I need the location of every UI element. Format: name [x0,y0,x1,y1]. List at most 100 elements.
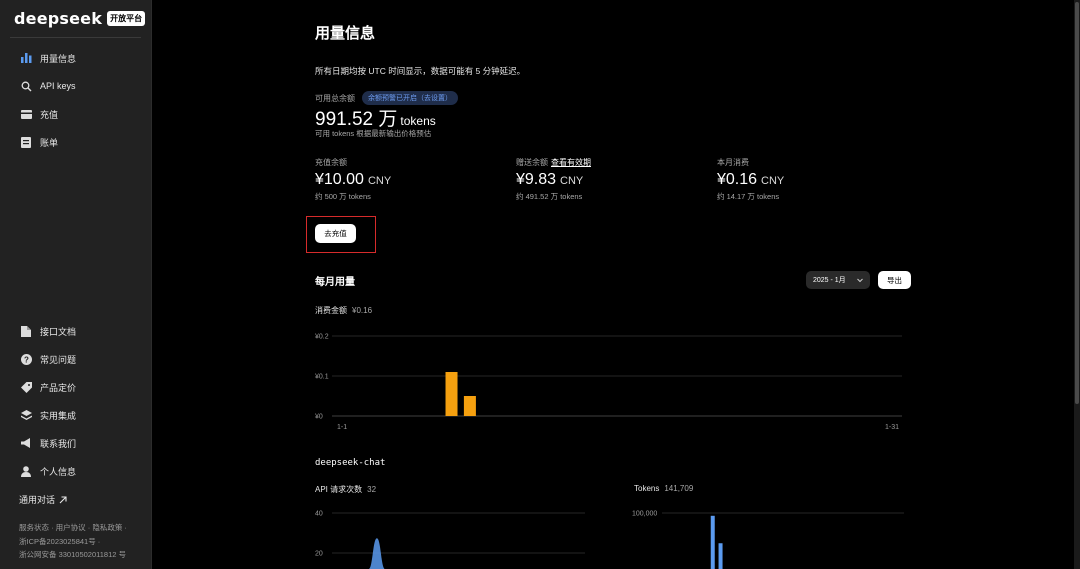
sidebar-item-label: 个人信息 [40,466,77,477]
tokens-metric: Tokens 141,709 [634,484,693,493]
logo[interactable]: deepseek 开放平台 [14,9,146,28]
y-tick-label: 40 [315,511,323,518]
sidebar-item-profile[interactable]: 个人信息 [0,457,152,485]
spend-metric: 消费金额 ¥0.16 [315,305,372,316]
tokens-chart: 100,000 [632,511,904,569]
footer-police-record[interactable]: 浙公网安备 33010502011812 号 [19,548,127,562]
available-balance: 991.52 万 tokens [315,104,436,131]
sidebar-nav-top: 用量信息 API keys 充值 账单 [0,44,152,156]
svg-text:?: ? [24,355,29,364]
sidebar-item-usage[interactable]: 用量信息 [0,44,152,72]
sidebar-item-label: 用量信息 [40,53,77,64]
x-tick-label: 1-1 [337,424,347,431]
document-icon [20,325,32,337]
balance-label: 充值余额 [315,158,347,167]
balance-amount: ¥9.83 CNY [516,171,584,188]
recharge-button[interactable]: 去充值 [315,224,356,243]
spend-bar [463,396,476,416]
sidebar-item-label: 充值 [40,109,59,120]
requests-chart: 40 20 [315,511,585,569]
sidebar-item-docs[interactable]: 接口文档 [0,317,152,345]
y-tick-label: 20 [315,551,323,558]
balance-amount: ¥0.16 CNY [717,171,785,188]
external-arrow-icon [59,495,67,503]
scrollbar-thumb[interactable] [1075,2,1079,404]
tokens-value: 141,709 [664,484,694,493]
sidebar-item-label: 联系我们 [40,438,77,449]
sidebar: deepseek 开放平台 用量信息 API keys 充值 账单 接口文档 ?… [0,0,152,569]
sidebar-nav-bottom: 接口文档 ? 常见问题 产品定价 实用集成 联系我们 个人信息 [0,317,152,485]
requests-value: 32 [367,485,377,494]
month-select-value: 2025 - 1月 [813,277,846,284]
spend-chart: ¥0.2 ¥0.1 ¥0 1-1 1-31 [315,334,902,431]
gift-balance: 赠送余额 查看有效期 ¥9.83 CNY 约 491.52 万 tokens [516,157,591,202]
spend-bar [445,372,458,416]
y-tick-label: ¥0 [315,414,323,421]
sidebar-footer: 服务状态 · 用户协议 · 隐私政策 · 浙ICP备2023025841号 · … [19,521,127,562]
balance-alert-badge[interactable]: 余额预警已开启（去设置） [362,91,458,105]
sidebar-item-label: 产品定价 [40,382,77,393]
sidebar-item-integrations[interactable]: 实用集成 [0,401,152,429]
logo-text: deepseek [14,9,103,28]
tokens-label: Tokens [634,484,660,493]
footer-policy-links[interactable]: 服务状态 · 用户协议 · 隐私政策 · [19,521,127,535]
bar-chart-icon [20,52,32,64]
utc-notice: 所有日期均按 UTC 时间显示，数据可能有 5 分钟延迟。 [315,66,526,76]
model-name: deepseek-chat [315,458,386,468]
y-tick-label: ¥0.1 [315,374,329,381]
tokens-bar [718,543,723,569]
sidebar-item-label: 实用集成 [40,410,77,421]
y-tick-label: ¥0.2 [315,334,329,341]
sidebar-item-label: 账单 [40,137,59,148]
view-expiry-link[interactable]: 查看有效期 [551,158,591,167]
monthly-spend: 本月消费 ¥0.16 CNY 约 14.17 万 tokens [717,157,784,202]
bill-icon [20,136,32,148]
spend-label: 消费金额 [315,306,347,315]
available-balance-amount: 991.52 万 [315,109,398,130]
wallet-icon [20,108,32,120]
monthly-usage-title: 每月用量 [315,277,355,288]
sidebar-divider [10,37,141,38]
chat-external-link[interactable]: 通用对话 [19,493,67,506]
sidebar-item-pricing[interactable]: 产品定价 [0,373,152,401]
tag-icon [20,381,32,393]
footer-icp[interactable]: 浙ICP备2023025841号 · [19,535,127,549]
sidebar-item-label: 常见问题 [40,354,77,365]
sidebar-item-recharge[interactable]: 充值 [0,100,152,128]
chat-link-label: 通用对话 [19,495,56,505]
sidebar-item-faq[interactable]: ? 常见问题 [0,345,152,373]
requests-area [360,538,386,569]
help-icon: ? [20,353,32,365]
export-button[interactable]: 导出 [878,271,911,289]
month-select[interactable]: 2025 - 1月 [806,271,870,289]
balance-tokens: 约 500 万 tokens [315,192,371,201]
layers-icon [20,409,32,421]
y-tick-label: 100,000 [632,511,657,518]
main-content: 用量信息 所有日期均按 UTC 时间显示，数据可能有 5 分钟延迟。 可用总余额… [152,0,1080,569]
sidebar-item-api-keys[interactable]: API keys [0,72,152,100]
tokens-bar [710,515,715,569]
x-tick-label: 1-31 [885,424,899,431]
balance-label: 赠送余额 查看有效期 [516,158,591,167]
megaphone-icon [20,437,32,449]
sidebar-item-bill[interactable]: 账单 [0,128,152,156]
user-icon [20,465,32,477]
available-balance-unit: tokens [400,114,436,128]
spend-value: ¥0.16 [352,306,373,315]
balance-tokens: 约 491.52 万 tokens [516,192,583,201]
available-balance-label: 可用总余额 [315,93,355,103]
sidebar-item-contact[interactable]: 联系我们 [0,429,152,457]
available-balance-note: 可用 tokens 根据最新输出价格预估 [315,129,432,138]
requests-metric: API 请求次数 32 [315,484,376,495]
search-icon [20,80,32,92]
sidebar-item-label: API keys [40,81,76,91]
platform-badge: 开放平台 [107,11,146,26]
balance-label: 本月消费 [717,158,749,167]
tokens-bars [710,515,723,569]
available-balance-label-row: 可用总余额 余额预警已开启（去设置） [315,91,458,105]
requests-label: API 请求次数 [315,485,363,494]
spend-bars [445,372,476,416]
sidebar-item-label: 接口文档 [40,326,77,337]
balance-amount: ¥10.00 CNY [315,171,392,188]
balance-tokens: 约 14.17 万 tokens [717,192,780,201]
